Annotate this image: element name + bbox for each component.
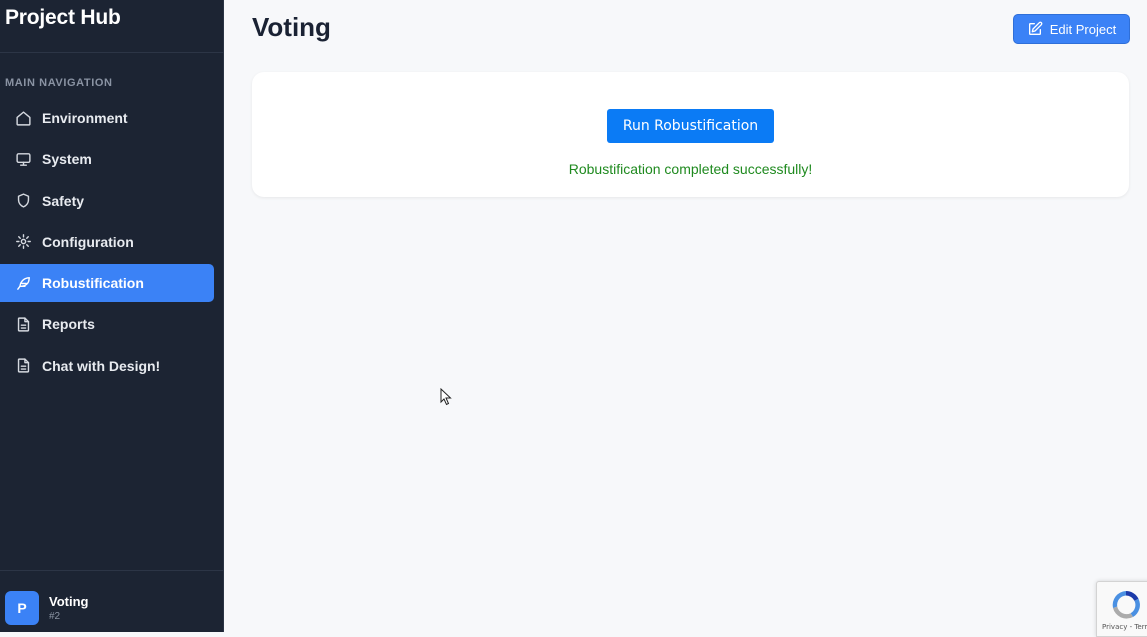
sidebar-item-label: Configuration	[42, 233, 134, 250]
brand-title: Project Hub	[5, 6, 121, 29]
sidebar-item-label: Environment	[42, 110, 128, 126]
robustification-card: Run Robustification Robustification comp…	[252, 72, 1129, 197]
avatar: P	[5, 591, 39, 625]
sidebar-item-label: Chat with Design!	[42, 357, 161, 374]
sidebar: Project Hub MAIN NAVIGATION Environment …	[0, 0, 224, 632]
main-navigation: Environment System Safety Configuration …	[0, 99, 224, 388]
document-icon	[14, 357, 32, 375]
edit-project-label: Edit Project	[1049, 21, 1117, 37]
sidebar-item-system[interactable]: System	[0, 140, 214, 178]
sidebar-item-label: Safety	[42, 192, 85, 209]
sidebar-item-label: System	[42, 151, 92, 168]
edit-icon	[1028, 21, 1043, 35]
shield-icon	[14, 192, 32, 210]
document-icon	[14, 315, 32, 333]
feather-icon	[14, 274, 32, 292]
project-id: #2	[49, 610, 61, 622]
mouse-cursor-icon	[440, 388, 452, 406]
recaptcha-links[interactable]: Privacy - Terms	[1102, 623, 1147, 631]
section-label: MAIN NAVIGATION	[5, 77, 113, 89]
run-robustification-button[interactable]: Run Robustification	[607, 109, 774, 143]
sidebar-item-configuration[interactable]: Configuration	[0, 223, 214, 261]
sidebar-item-chat-with-design[interactable]: Chat with Design!	[0, 347, 214, 385]
main-content: Voting Edit Project Run Robustification …	[225, 0, 1147, 632]
current-project[interactable]: P Voting #2	[5, 591, 88, 625]
home-icon	[14, 109, 32, 127]
page-title: Voting	[252, 12, 331, 42]
sidebar-item-label: Reports	[42, 316, 95, 333]
sidebar-item-safety[interactable]: Safety	[0, 182, 214, 220]
sidebar-item-environment[interactable]: Environment	[0, 99, 214, 137]
recaptcha-icon	[1112, 591, 1140, 619]
monitor-icon	[14, 150, 32, 168]
sidebar-item-robustification[interactable]: Robustification	[0, 264, 214, 303]
divider	[0, 52, 224, 53]
project-meta: Voting #2	[49, 594, 88, 623]
edit-project-button[interactable]: Edit Project	[1013, 14, 1130, 44]
divider	[0, 570, 224, 571]
sidebar-item-reports[interactable]: Reports	[0, 305, 214, 343]
project-name: Voting	[49, 593, 89, 609]
gear-icon	[14, 233, 32, 251]
sidebar-item-label: Robustification	[42, 275, 144, 292]
recaptcha-badge[interactable]: Privacy - Terms	[1096, 581, 1147, 637]
status-message: Robustification completed successfully!	[568, 161, 813, 177]
